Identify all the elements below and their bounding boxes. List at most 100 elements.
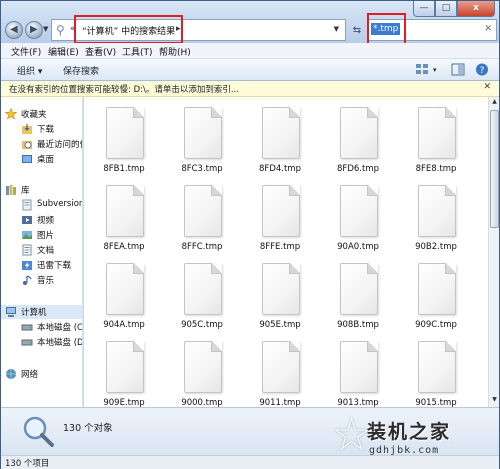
file-item[interactable]: 9000.tmp <box>164 341 240 407</box>
nav-network[interactable]: 网络 <box>1 367 82 381</box>
file-name: 8FFE.tmp <box>259 242 301 252</box>
scroll-down-icon[interactable]: ▼ <box>490 396 499 406</box>
downloads-folder-icon <box>22 124 32 134</box>
nav-libraries[interactable]: 库 <box>1 183 82 197</box>
nav-downloads[interactable]: 下载 <box>1 122 82 136</box>
network-icon <box>6 369 16 379</box>
tmp-file-icon <box>184 185 222 237</box>
documents-icon <box>22 244 32 256</box>
tmp-file-icon <box>184 107 222 159</box>
file-name: 8FD6.tmp <box>337 164 379 174</box>
file-item[interactable]: 909C.tmp <box>398 263 474 343</box>
file-name: 8FB1.tmp <box>103 164 145 174</box>
nav-recent-places[interactable]: 最近访问的位置 <box>1 137 82 151</box>
local-disk-d-icon <box>21 339 33 346</box>
search-folder-icon: ⚲ <box>56 23 65 37</box>
file-item[interactable]: 8FFC.tmp <box>164 185 240 265</box>
file-name: 905C.tmp <box>181 320 223 330</box>
file-name: 90A0.tmp <box>337 242 379 252</box>
file-item[interactable]: 908B.tmp <box>320 263 396 343</box>
search-results-icon <box>23 416 54 447</box>
file-item[interactable]: 9011.tmp <box>242 341 318 407</box>
file-item[interactable]: 9015.tmp <box>398 341 474 407</box>
menu-help[interactable]: 帮助(H) <box>159 45 191 58</box>
file-name: 904A.tmp <box>103 320 145 330</box>
back-button[interactable]: ◀ <box>5 21 23 39</box>
address-dropdown-icon[interactable]: ▼ <box>334 25 339 33</box>
navigation-pane: 收藏夹 下载 最近访问的位置 桌面 库 Subversion 视频 图片 <box>1 97 83 407</box>
index-warning-text: 在没有索引的位置搜索可能较慢: D:\。请单击以添加到索引... <box>9 85 239 95</box>
videos-icon <box>22 216 32 224</box>
tmp-file-icon <box>262 107 300 159</box>
nav-network-label: 网络 <box>21 370 39 380</box>
menu-view[interactable]: 查看(V) <box>85 45 116 58</box>
file-item[interactable]: 909E.tmp <box>86 341 162 407</box>
thunder-downloads-icon <box>22 261 32 270</box>
object-count: 130 个对象 <box>63 423 113 434</box>
tmp-file-icon <box>418 185 456 237</box>
watermark-url: gdhjbk.com <box>369 445 440 456</box>
file-list: 8FB1.tmp 8FC3.tmp 8FD4.tmp 8FD6.tmp 8FE8.tmp… <box>84 97 488 407</box>
nav-documents[interactable]: 文档 <box>1 243 82 257</box>
nav-music[interactable]: 音乐 <box>1 273 82 287</box>
scroll-thumb[interactable] <box>490 110 499 228</box>
close-button[interactable]: x <box>457 1 495 17</box>
organize-button[interactable]: 组织 ▾ <box>17 64 42 77</box>
file-item[interactable]: 8FD6.tmp <box>320 107 396 187</box>
nav-videos-label: 视频 <box>37 216 55 226</box>
file-item[interactable]: 8FE8.tmp <box>398 107 474 187</box>
tmp-file-icon <box>106 263 144 315</box>
nav-favorites-label: 收藏夹 <box>21 110 47 120</box>
organize-label: 组织 <box>17 67 36 77</box>
nav-favorites[interactable]: 收藏夹 <box>1 107 82 121</box>
menu-file[interactable]: 文件(F) <box>11 45 41 58</box>
file-item[interactable]: 905E.tmp <box>242 263 318 343</box>
file-item[interactable]: 8FD4.tmp <box>242 107 318 187</box>
nav-desktop[interactable]: 桌面 <box>1 152 82 166</box>
nav-computer[interactable]: 计算机 <box>1 305 82 319</box>
file-item[interactable]: 905C.tmp <box>164 263 240 343</box>
nav-local-disk-d[interactable]: 本地磁盘 (D:) <box>1 335 82 349</box>
nav-downloads-label: 下载 <box>37 125 55 135</box>
nav-videos[interactable]: 视频 <box>1 213 82 227</box>
nav-music-label: 音乐 <box>37 276 55 286</box>
vertical-scrollbar[interactable]: ▲ ▼ <box>488 97 499 407</box>
minimize-button[interactable]: — <box>413 1 435 17</box>
nav-thunder-downloads[interactable]: 迅雷下载 <box>1 258 82 272</box>
file-item[interactable]: 8FFE.tmp <box>242 185 318 265</box>
forward-button[interactable]: ▶ <box>25 21 43 39</box>
file-item[interactable]: 90B2.tmp <box>398 185 474 265</box>
nav-local-disk-c[interactable]: 本地磁盘 (C:) <box>1 320 82 334</box>
nav-pictures[interactable]: 图片 <box>1 228 82 242</box>
window-controls: — □ x <box>413 1 495 17</box>
refresh-button[interactable]: ⇆ <box>348 22 366 40</box>
preview-pane-icon[interactable] <box>451 63 465 76</box>
save-search-button[interactable]: 保存搜索 <box>63 64 99 77</box>
tmp-file-icon <box>340 341 378 393</box>
file-item[interactable]: 9013.tmp <box>320 341 396 407</box>
watermark-name: 装机之家 <box>367 421 452 443</box>
menu-edit[interactable]: 编辑(E) <box>48 45 79 58</box>
nav-subversion[interactable]: Subversion <box>1 198 82 212</box>
file-item[interactable]: 8FEA.tmp <box>86 185 162 265</box>
pictures-icon <box>22 231 32 239</box>
file-item[interactable]: 8FB1.tmp <box>86 107 162 187</box>
close-info-bar-icon[interactable]: ✕ <box>483 82 491 92</box>
clear-search-icon[interactable]: ✕ <box>484 24 492 34</box>
view-options-icon[interactable] <box>415 63 429 76</box>
file-name: 9015.tmp <box>415 398 457 407</box>
nav-pictures-label: 图片 <box>37 231 55 241</box>
recent-pages-dropdown-icon[interactable]: ▼ <box>43 25 48 33</box>
maximize-button[interactable]: □ <box>435 1 457 17</box>
file-item[interactable]: 904A.tmp <box>86 263 162 343</box>
file-name: 9013.tmp <box>337 398 379 407</box>
menu-tools[interactable]: 工具(T) <box>122 45 153 58</box>
help-icon[interactable]: ? <box>475 63 489 76</box>
tmp-file-icon <box>418 107 456 159</box>
view-dropdown-icon[interactable]: ▾ <box>433 66 437 74</box>
file-item[interactable]: 90A0.tmp <box>320 185 396 265</box>
nav-documents-label: 文档 <box>37 246 55 256</box>
file-item[interactable]: 8FC3.tmp <box>164 107 240 187</box>
index-warning-bar[interactable]: 在没有索引的位置搜索可能较慢: D:\。请单击以添加到索引... ✕ <box>1 81 499 97</box>
scroll-up-icon[interactable]: ▲ <box>490 98 499 108</box>
